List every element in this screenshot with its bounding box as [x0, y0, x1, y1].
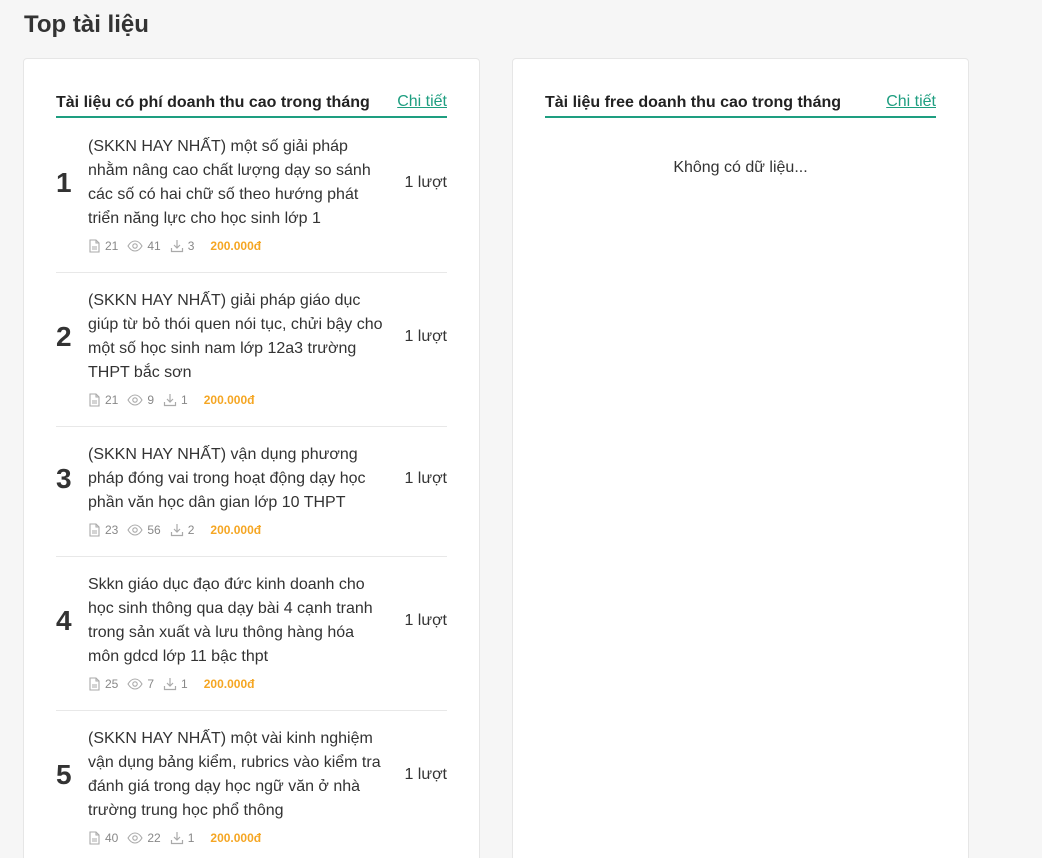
price-label: 200.000đ — [203, 677, 255, 691]
paid-panel-title: Tài liệu có phí doanh thu cao trong thán… — [56, 94, 370, 111]
doc-list-item[interactable]: 5 (SKKN HAY NHẤT) một vài kinh nghiệm vậ… — [56, 711, 447, 858]
page-count: 21 — [88, 393, 118, 407]
rank-number: 1 — [56, 167, 72, 198]
page-count: 21 — [88, 239, 118, 253]
file-icon — [89, 393, 100, 407]
file-icon — [89, 831, 100, 845]
downloads-count: 1 — [163, 677, 188, 691]
free-panel-header: Tài liệu free doanh thu cao trong tháng … — [545, 91, 936, 118]
download-count: 1 lượt — [404, 470, 447, 487]
view-count: 56 — [127, 523, 161, 537]
eye-icon — [127, 394, 143, 406]
file-icon — [89, 239, 100, 253]
doc-title-link[interactable]: Skkn giáo dục đạo đức kinh doanh cho học… — [88, 573, 388, 669]
rank-number: 2 — [56, 321, 72, 352]
page-count: 23 — [88, 523, 118, 537]
rank-number: 5 — [56, 759, 72, 790]
price-label: 200.000đ — [210, 239, 262, 253]
free-detail-link[interactable]: Chi tiết — [886, 93, 936, 111]
doc-list-item[interactable]: 1 (SKKN HAY NHẤT) một số giải pháp nhằm … — [56, 131, 447, 273]
doc-list-item[interactable]: 2 (SKKN HAY NHẤT) giải pháp giáo dục giú… — [56, 273, 447, 427]
download-count: 1 lượt — [404, 766, 447, 783]
eye-icon — [127, 524, 143, 536]
paid-doc-list: 1 (SKKN HAY NHẤT) một số giải pháp nhằm … — [56, 131, 447, 858]
file-icon — [89, 523, 100, 537]
eye-icon — [127, 678, 143, 690]
download-count: 1 lượt — [404, 612, 447, 629]
eye-icon — [127, 240, 143, 252]
download-count: 1 lượt — [404, 328, 447, 345]
free-docs-panel: Tài liệu free doanh thu cao trong tháng … — [512, 58, 969, 858]
doc-title-link[interactable]: (SKKN HAY NHẤT) vận dụng phương pháp đón… — [88, 443, 388, 515]
empty-state-text: Không có dữ liệu... — [673, 159, 808, 176]
downloads-count: 1 — [163, 393, 188, 407]
doc-title-link[interactable]: (SKKN HAY NHẤT) một số giải pháp nhằm nâ… — [88, 135, 388, 231]
paid-detail-link[interactable]: Chi tiết — [397, 93, 447, 111]
download-icon — [170, 240, 183, 253]
download-icon — [163, 678, 177, 691]
doc-meta: 25 7 1 200.000đ — [88, 676, 447, 692]
free-panel-title: Tài liệu free doanh thu cao trong tháng — [545, 94, 842, 111]
downloads-count: 3 — [170, 239, 194, 253]
paid-panel-header: Tài liệu có phí doanh thu cao trong thán… — [56, 91, 447, 118]
doc-meta: 23 56 2 200.000đ — [88, 522, 447, 538]
doc-list-item[interactable]: 4 Skkn giáo dục đạo đức kinh doanh cho h… — [56, 557, 447, 711]
doc-list-item[interactable]: 3 (SKKN HAY NHẤT) vận dụng phương pháp đ… — [56, 427, 447, 557]
download-icon — [170, 524, 183, 537]
view-count: 9 — [127, 393, 154, 407]
doc-meta: 40 22 1 200.000đ — [88, 830, 447, 846]
view-count: 41 — [127, 239, 161, 253]
page-count: 25 — [88, 677, 118, 691]
rank-number: 3 — [56, 463, 72, 494]
page-count: 40 — [88, 831, 118, 845]
rank-number: 4 — [56, 605, 72, 636]
eye-icon — [127, 832, 143, 844]
view-count: 7 — [127, 677, 154, 691]
price-label: 200.000đ — [210, 831, 262, 845]
downloads-count: 2 — [170, 523, 194, 537]
paid-docs-panel: Tài liệu có phí doanh thu cao trong thán… — [23, 58, 480, 858]
downloads-count: 1 — [170, 831, 194, 845]
doc-meta: 21 41 3 200.000đ — [88, 238, 447, 254]
doc-title-link[interactable]: (SKKN HAY NHẤT) một vài kinh nghiệm vận … — [88, 727, 388, 823]
doc-title-link[interactable]: (SKKN HAY NHẤT) giải pháp giáo dục giúp … — [88, 289, 388, 385]
file-icon — [89, 677, 100, 691]
doc-meta: 21 9 1 200.000đ — [88, 392, 447, 408]
price-label: 200.000đ — [210, 523, 262, 537]
view-count: 22 — [127, 831, 161, 845]
price-label: 200.000đ — [203, 393, 255, 407]
download-icon — [163, 394, 177, 407]
download-icon — [170, 832, 183, 845]
page-title: Top tài liệu — [24, 11, 149, 38]
download-count: 1 lượt — [404, 174, 447, 191]
